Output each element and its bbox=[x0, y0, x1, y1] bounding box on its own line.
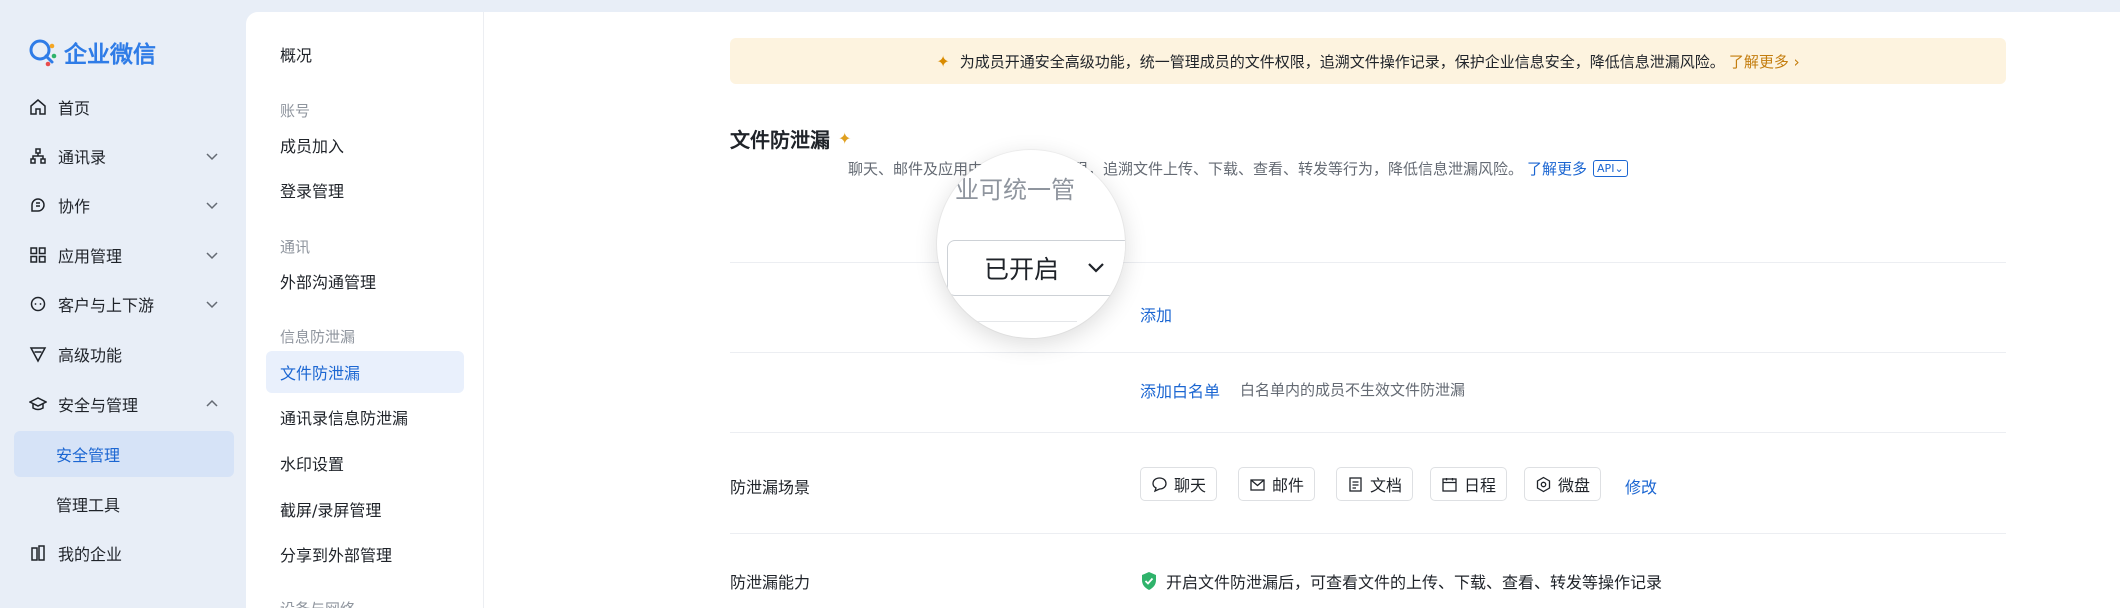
subnav-watermark[interactable]: 水印设置 bbox=[266, 442, 464, 484]
scene-chip-chat[interactable]: 聊天 bbox=[1140, 467, 1218, 501]
nav-item-label: 首页 bbox=[58, 99, 91, 118]
subnav-login-manage[interactable]: 登录管理 bbox=[266, 169, 464, 211]
subnav-screenshot[interactable]: 截屏/录屏管理 bbox=[266, 488, 464, 530]
nav-item-customers[interactable]: 客户与上下游 bbox=[14, 281, 234, 327]
modify-scenes-link[interactable]: 修改 bbox=[1625, 474, 1657, 498]
subnav-group-device: 设备与网络 bbox=[280, 598, 355, 608]
divider bbox=[730, 432, 2006, 433]
ability-description: 开启文件防泄漏后，可查看文件的上传、下载、查看、转发等操作记录 bbox=[1140, 569, 1662, 593]
scene-chip-calendar[interactable]: 日程 bbox=[1430, 467, 1508, 501]
doc-icon bbox=[1349, 476, 1362, 492]
nav-item-contacts[interactable]: 通讯录 bbox=[14, 133, 234, 179]
org-icon bbox=[28, 146, 48, 166]
nav-item-my-company[interactable]: 我的企业 bbox=[14, 530, 234, 576]
nav-sub-security-manage[interactable]: 安全管理 bbox=[14, 431, 234, 477]
add-whitelist-link[interactable]: 添加白名单 bbox=[1140, 378, 1220, 402]
main-panel: 概况 账号 成员加入 登录管理 通讯 外部沟通管理 信息防泄漏 文件防泄漏 通讯… bbox=[246, 12, 2120, 608]
chat-bubble-icon bbox=[28, 294, 48, 314]
chevron-down-icon bbox=[206, 202, 218, 210]
nav-item-label: 通讯录 bbox=[58, 148, 107, 167]
subnav-group-leak: 信息防泄漏 bbox=[280, 328, 356, 346]
api-badge[interactable]: API⌄ bbox=[1593, 160, 1628, 177]
subnav-group-account: 账号 bbox=[280, 102, 311, 120]
nav-item-label: 协作 bbox=[58, 197, 91, 216]
banner-text: 为成员开通安全高级功能，统一管理成员的文件权限，追溯文件操作记录，保护企业信息安… bbox=[959, 52, 1725, 71]
divider bbox=[730, 262, 2006, 263]
subnav-member-join[interactable]: 成员加入 bbox=[266, 124, 464, 166]
wecom-logo-icon bbox=[29, 39, 57, 67]
premium-sparkle-icon: ✦ bbox=[838, 129, 852, 148]
home-icon bbox=[28, 97, 48, 117]
nav-item-label: 安全与管理 bbox=[58, 396, 139, 415]
nav-item-home[interactable]: 首页 bbox=[14, 84, 234, 130]
magnified-text: 业可统一管 bbox=[955, 176, 1075, 204]
page-title-text: 文件防泄漏 bbox=[730, 128, 830, 152]
divider bbox=[937, 321, 1077, 322]
chevron-down-icon bbox=[206, 153, 218, 161]
sparkle-icon: ✦ bbox=[936, 51, 950, 71]
chevron-up-icon bbox=[206, 399, 218, 407]
learn-more-link[interactable]: 了解更多 bbox=[1527, 158, 1587, 179]
main-nav: 企业微信 首页 通讯录 协作 应用管理 客户与上下游 高级功能 安全与管理 安全… bbox=[0, 0, 246, 608]
scene-chip-mail[interactable]: 邮件 bbox=[1238, 467, 1316, 501]
nav-item-security[interactable]: 安全与管理 bbox=[14, 381, 234, 427]
status-select[interactable]: 已开启 bbox=[947, 240, 1125, 296]
app-logo[interactable]: 企业微信 bbox=[26, 34, 156, 70]
chat-icon bbox=[1152, 476, 1167, 492]
magnifier-lens: 业可统一管 已开启 bbox=[937, 150, 1125, 338]
app-logo-text: 企业微信 bbox=[64, 42, 156, 68]
chevron-down-icon bbox=[206, 252, 218, 260]
calendar-icon bbox=[1442, 477, 1457, 492]
scene-label: 防泄漏场景 bbox=[730, 478, 811, 497]
nav-item-advanced[interactable]: 高级功能 bbox=[14, 331, 234, 377]
scene-chip-drive[interactable]: 微盘 bbox=[1524, 467, 1602, 501]
chevron-down-icon bbox=[206, 301, 218, 309]
subnav-file-leak[interactable]: 文件防泄漏 bbox=[266, 351, 464, 393]
divider bbox=[730, 533, 2006, 534]
mail-icon bbox=[1250, 478, 1265, 491]
banner-learn-more-link[interactable]: 了解更多 › bbox=[1729, 51, 1800, 72]
nav-item-label: 高级功能 bbox=[58, 346, 123, 365]
nav-sub-manage-tools[interactable]: 管理工具 bbox=[14, 481, 234, 527]
ability-label: 防泄漏能力 bbox=[730, 573, 811, 592]
nav-item-label: 客户与上下游 bbox=[58, 296, 155, 315]
content-area: ✦ 为成员开通安全高级功能，统一管理成员的文件权限，追溯文件操作记录，保护企业信… bbox=[484, 12, 2120, 608]
subnav-share-external[interactable]: 分享到外部管理 bbox=[266, 533, 464, 575]
whitelist-hint: 白名单内的成员不生效文件防泄漏 bbox=[1240, 381, 1466, 399]
graduation-icon bbox=[28, 394, 48, 414]
divider bbox=[730, 352, 2006, 353]
subnav-group-comm: 通讯 bbox=[280, 238, 311, 256]
drive-icon bbox=[1536, 476, 1551, 492]
shield-check-icon bbox=[1142, 572, 1156, 590]
building-icon bbox=[28, 543, 48, 563]
subnav-external-comm[interactable]: 外部沟通管理 bbox=[266, 260, 464, 302]
page-title: 文件防泄漏 ✦ bbox=[730, 124, 851, 153]
subnav-overview[interactable]: 概况 bbox=[266, 33, 464, 75]
collab-icon bbox=[28, 195, 48, 215]
upgrade-banner: ✦ 为成员开通安全高级功能，统一管理成员的文件权限，追溯文件操作记录，保护企业信… bbox=[730, 38, 2006, 84]
chevron-down-icon bbox=[1088, 263, 1104, 273]
status-select-value: 已开启 bbox=[984, 255, 1060, 284]
nav-item-collab[interactable]: 协作 bbox=[14, 182, 234, 228]
nav-item-label: 我的企业 bbox=[58, 545, 123, 564]
add-member-link[interactable]: 添加 bbox=[1140, 302, 1172, 326]
scene-chip-doc[interactable]: 文档 bbox=[1336, 467, 1414, 501]
nav-item-label: 应用管理 bbox=[58, 247, 123, 266]
filter-icon bbox=[28, 344, 48, 364]
apps-icon bbox=[28, 245, 48, 265]
subnav-contacts-leak[interactable]: 通讯录信息防泄漏 bbox=[266, 396, 464, 438]
nav-item-apps[interactable]: 应用管理 bbox=[14, 232, 234, 278]
page-description: 聊天、邮件及应用中的文件操作权限，追溯文件上传、下载、查看、转发等行为，降低信息… bbox=[730, 158, 1628, 179]
security-subnav: 概况 账号 成员加入 登录管理 通讯 外部沟通管理 信息防泄漏 文件防泄漏 通讯… bbox=[246, 12, 484, 608]
description-text: 聊天、邮件及应用中的文件操作权限，追溯文件上传、下载、查看、转发等行为，降低信息… bbox=[848, 160, 1524, 178]
